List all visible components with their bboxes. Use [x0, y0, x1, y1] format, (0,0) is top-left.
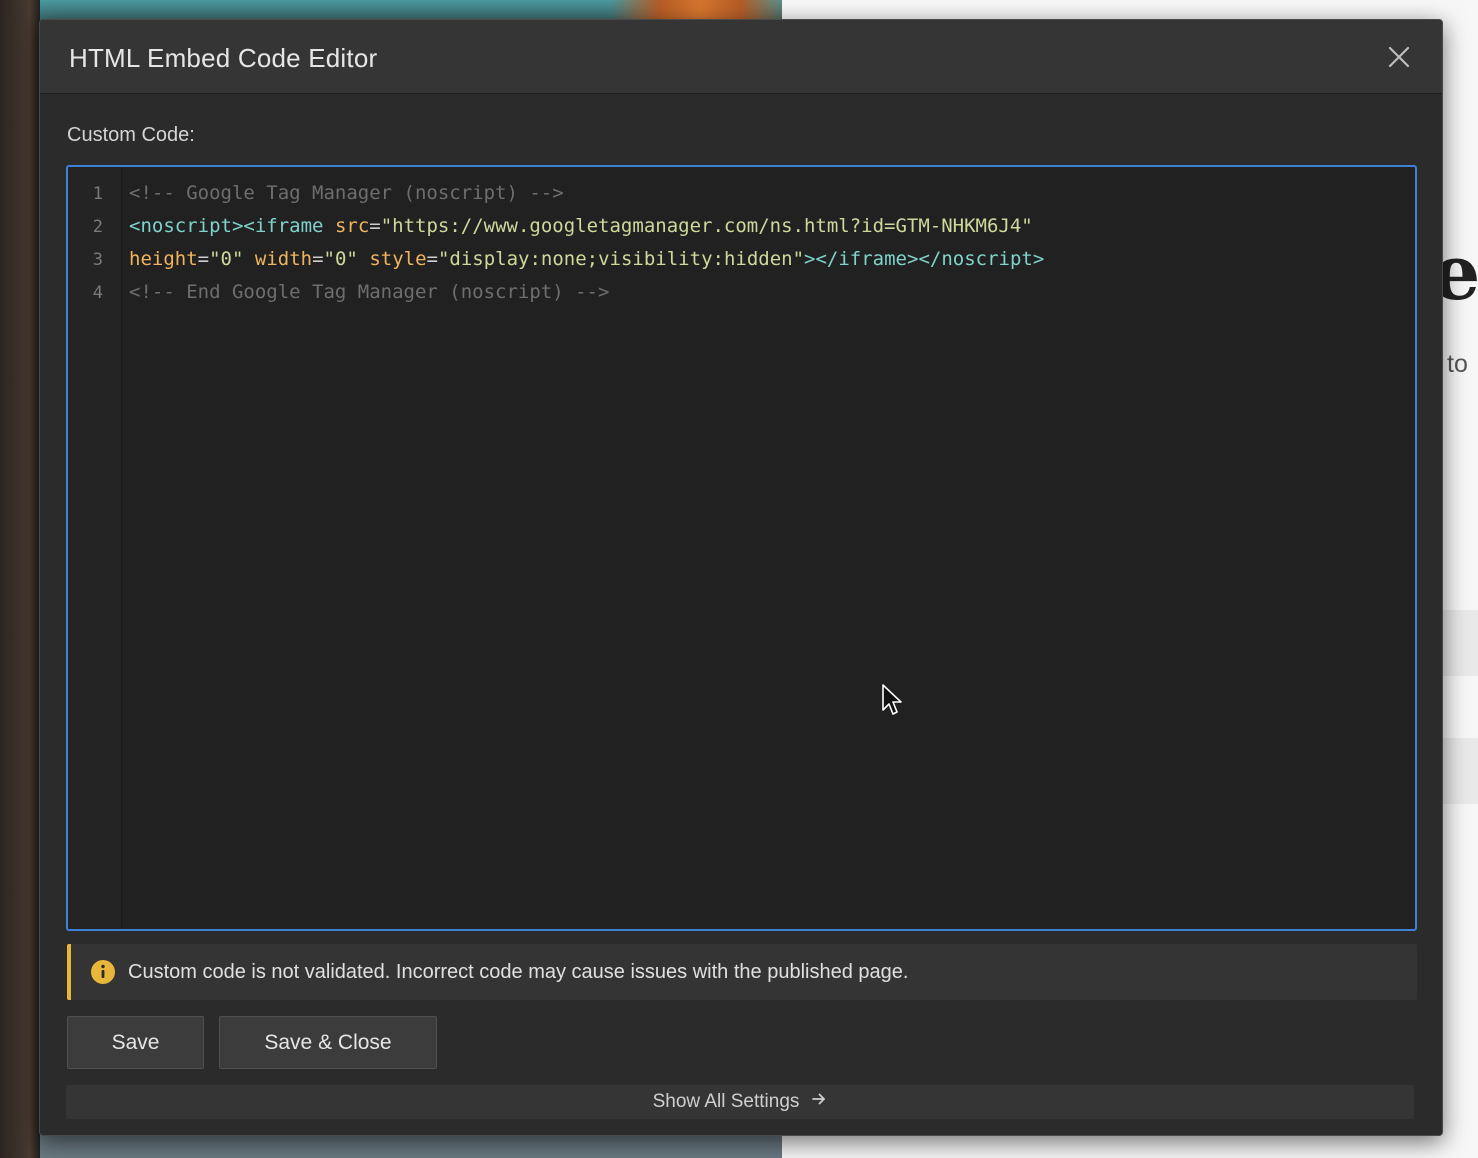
- save-and-close-button[interactable]: Save & Close: [219, 1016, 437, 1069]
- warning-text: Custom code is not validated. Incorrect …: [128, 961, 909, 983]
- mouse-cursor-icon: [882, 684, 902, 715]
- close-button[interactable]: [1386, 44, 1412, 70]
- background-text-fragment: to: [1447, 350, 1468, 378]
- line-number: 4: [92, 283, 103, 303]
- modal-title: HTML Embed Code Editor: [69, 43, 378, 73]
- arrow-right-icon: [811, 1091, 827, 1113]
- background-trees: [0, 0, 40, 1158]
- show-all-settings-label: Show All Settings: [652, 1091, 800, 1112]
- background-band: [1440, 738, 1478, 804]
- validation-warning: Custom code is not validated. Incorrect …: [67, 944, 1417, 1000]
- line-number: 1: [92, 184, 103, 204]
- code-line[interactable]: <!-- Google Tag Manager (noscript) -->: [129, 184, 564, 203]
- background-band: [1440, 610, 1478, 676]
- line-number: 2: [92, 217, 103, 237]
- code-editor[interactable]: 1 2 3 4 <!-- Google Tag Manager (noscrip…: [66, 165, 1417, 931]
- info-icon: [91, 960, 115, 984]
- code-line[interactable]: height="0" width="0" style="display:none…: [129, 250, 1044, 269]
- line-number: 3: [92, 250, 103, 270]
- custom-code-label: Custom Code:: [67, 124, 195, 146]
- save-button[interactable]: Save: [67, 1016, 204, 1069]
- line-number-gutter: 1 2 3 4: [68, 167, 122, 929]
- code-line[interactable]: <!-- End Google Tag Manager (noscript) -…: [129, 283, 609, 302]
- show-all-settings-button[interactable]: Show All Settings: [66, 1085, 1414, 1119]
- code-line[interactable]: <noscript><iframe src="https://www.googl…: [129, 217, 1033, 236]
- html-embed-editor-modal: HTML Embed Code Editor Custom Code: 1 2 …: [39, 19, 1443, 1136]
- close-icon: [1388, 46, 1410, 68]
- modal-header: HTML Embed Code Editor: [40, 20, 1442, 94]
